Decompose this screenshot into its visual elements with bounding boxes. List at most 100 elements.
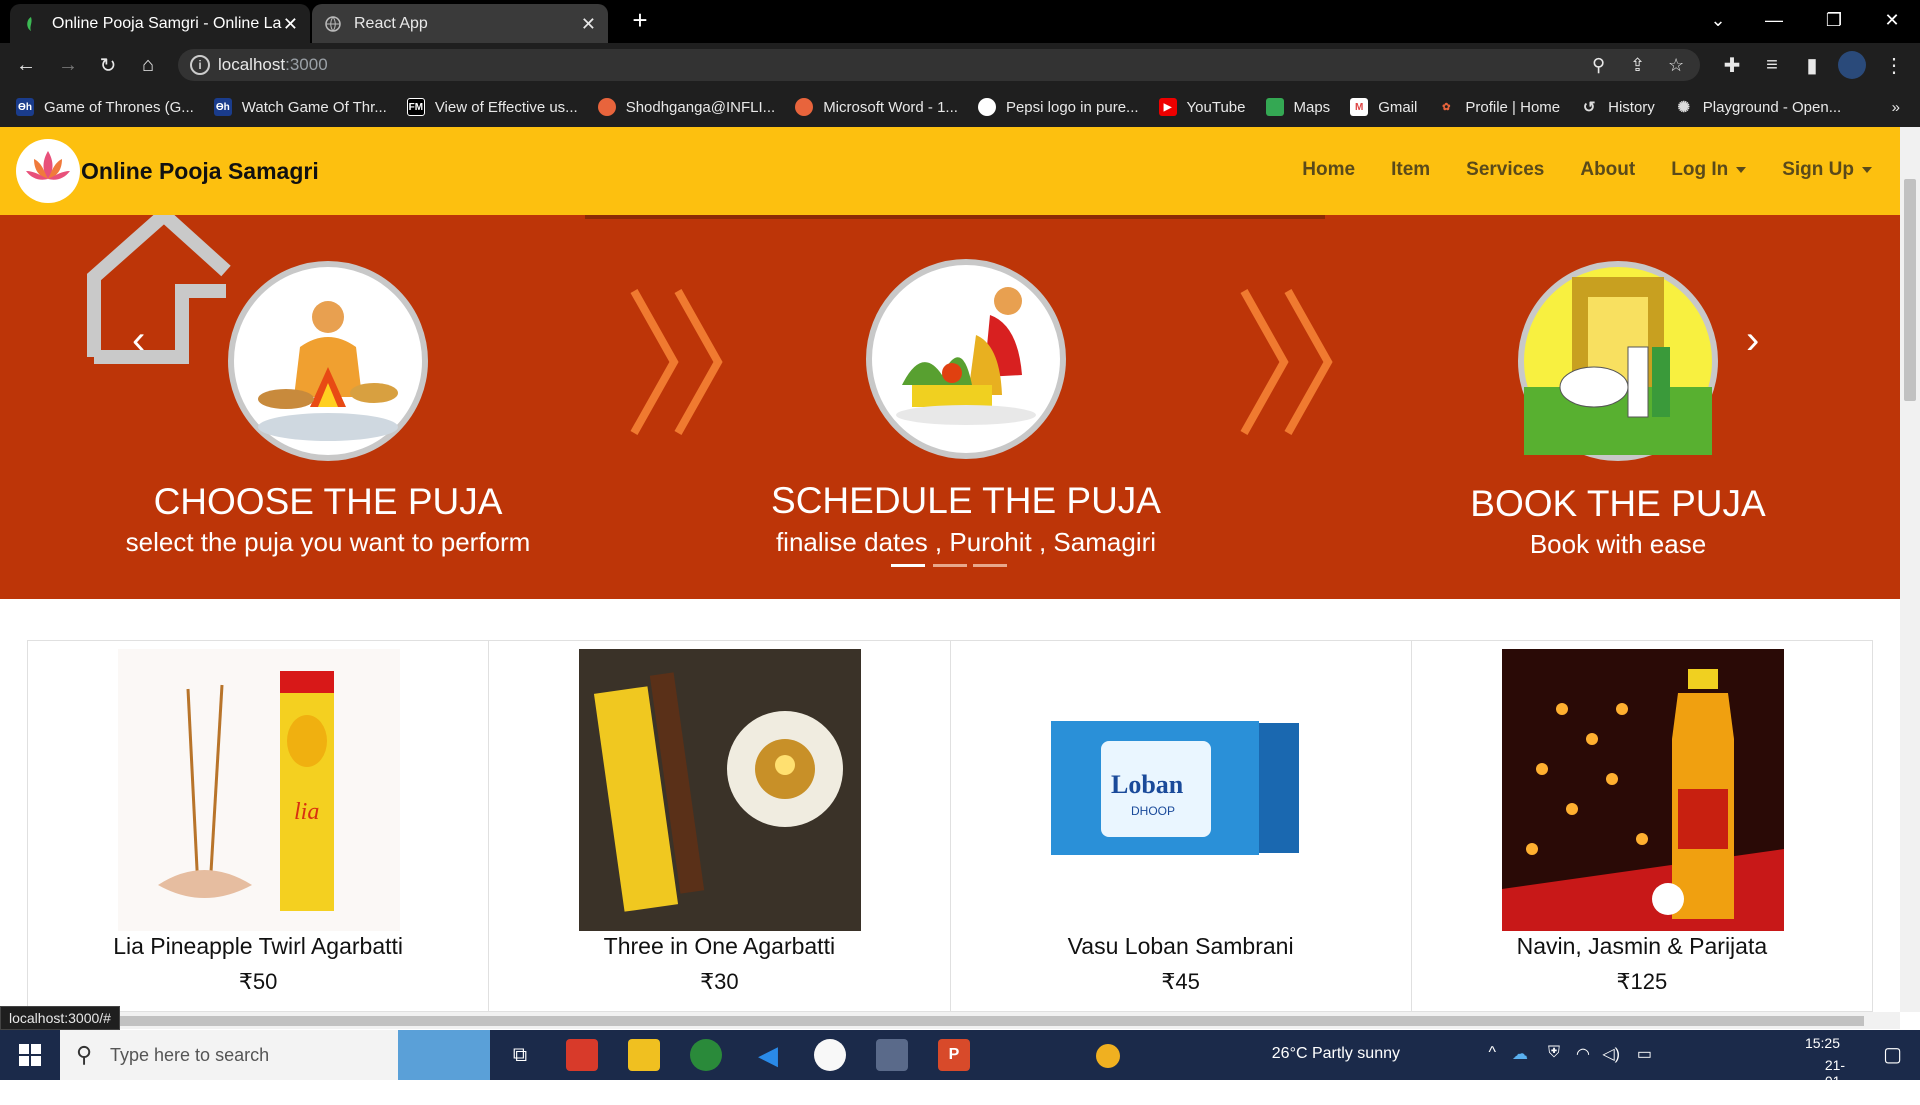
- horizontal-scrollbar[interactable]: [0, 1012, 1900, 1029]
- powerpoint-icon[interactable]: P: [938, 1039, 970, 1071]
- nav-signup-dropdown[interactable]: Sign Up: [1782, 159, 1872, 181]
- bookmark-item[interactable]: FM View of Effective us...: [406, 98, 578, 116]
- product-name[interactable]: Vasu Loban Sambrani: [951, 933, 1411, 960]
- battery-icon[interactable]: ▭: [1637, 1044, 1652, 1064]
- product-card[interactable]: lia Lia Pineapple Twirl Agarbatti ₹50: [28, 641, 490, 1011]
- app-icon[interactable]: [876, 1039, 908, 1071]
- product-image[interactable]: [1501, 649, 1784, 931]
- share-icon[interactable]: ⇪: [1630, 55, 1645, 76]
- bookmark-item[interactable]: ✿ Profile | Home: [1437, 98, 1560, 116]
- url-host: localhost: [218, 55, 286, 74]
- product-price: ₹45: [1161, 969, 1200, 994]
- forward-arrow-icon[interactable]: →: [54, 51, 82, 79]
- back-arrow-icon[interactable]: ←: [12, 51, 40, 79]
- zoom-icon[interactable]: ⚲: [1592, 55, 1605, 76]
- youtube-app-icon[interactable]: [566, 1039, 598, 1071]
- carousel-prev-icon[interactable]: ‹: [132, 318, 145, 363]
- restore-button[interactable]: ❐: [1806, 0, 1862, 40]
- file-explorer-icon[interactable]: [628, 1039, 660, 1071]
- product-card[interactable]: Navin, Jasmin & Parijata ₹125: [1412, 641, 1872, 1011]
- product-image[interactable]: Loban DHOOP: [1041, 649, 1323, 931]
- link-status-bubble: localhost:3000/#: [0, 1006, 120, 1030]
- product-grid: lia Lia Pineapple Twirl Agarbatti ₹50 Th…: [27, 640, 1873, 1012]
- vertical-scrollbar[interactable]: [1900, 127, 1920, 1012]
- extensions-icon[interactable]: ✚: [1718, 51, 1746, 79]
- product-card[interactable]: Loban DHOOP Vasu Loban Sambrani ₹45: [951, 641, 1412, 1011]
- bookmark-star-icon[interactable]: ☆: [1668, 55, 1684, 76]
- bookmark-item[interactable]: Microsoft Word - 1...: [795, 98, 958, 116]
- site-logo[interactable]: [16, 139, 80, 203]
- scrollbar-thumb[interactable]: [1904, 179, 1916, 401]
- product-name[interactable]: Three in One Agarbatti: [489, 933, 949, 960]
- nav-home[interactable]: Home: [1302, 159, 1355, 181]
- nav-item[interactable]: Item: [1391, 159, 1430, 181]
- bookmark-item[interactable]: ▶ YouTube: [1158, 98, 1246, 116]
- more-bookmarks-icon[interactable]: »: [1892, 99, 1900, 116]
- home-icon[interactable]: ⌂: [134, 51, 162, 79]
- menu-kebab-icon[interactable]: ⋮: [1880, 51, 1908, 79]
- weather-text[interactable]: 26°C Partly sunny: [1272, 1045, 1400, 1063]
- close-tab-icon[interactable]: ✕: [283, 14, 298, 35]
- product-name[interactable]: Lia Pineapple Twirl Agarbatti: [28, 933, 488, 960]
- bookmark-item[interactable]: Pepsi logo in pure...: [977, 98, 1139, 116]
- clock-date[interactable]: 21-01-2023: [1825, 1057, 1856, 1105]
- side-panel-icon[interactable]: ▮: [1798, 51, 1826, 79]
- clock-time[interactable]: 15:25: [1805, 1035, 1840, 1051]
- puja-choose-illustration: [228, 261, 428, 461]
- carousel-next-icon[interactable]: ›: [1746, 318, 1759, 363]
- puja-schedule-illustration: [866, 259, 1066, 459]
- new-tab-button[interactable]: +: [612, 0, 668, 40]
- task-view-icon[interactable]: ⧉: [504, 1039, 536, 1071]
- bookmark-label: Shodhganga@INFLI...: [625, 98, 776, 116]
- search-icon: ⚲: [76, 1042, 93, 1067]
- product-card[interactable]: Three in One Agarbatti ₹30: [489, 641, 951, 1011]
- youtube-icon: ▶: [1158, 98, 1177, 116]
- chrome-profile-icon[interactable]: [814, 1039, 846, 1071]
- nav-login-dropdown[interactable]: Log In: [1671, 159, 1747, 181]
- web-page: Online Pooja Samagri Home Item Services …: [0, 127, 1900, 1012]
- history-icon: ↺: [1582, 99, 1596, 116]
- profile-avatar[interactable]: [1838, 51, 1866, 79]
- scrollbar-thumb[interactable]: [118, 1016, 1864, 1026]
- carousel-indicator-1[interactable]: [891, 564, 925, 567]
- tab-react-app[interactable]: React App ✕: [312, 4, 608, 43]
- bookmark-label: Microsoft Word - 1...: [823, 98, 958, 116]
- bookmark-item[interactable]: ✺ Playground - Open...: [1675, 98, 1842, 117]
- notifications-icon[interactable]: ▢: [1883, 1042, 1902, 1067]
- step-title: BOOK THE PUJA: [1470, 483, 1766, 524]
- close-window-button[interactable]: ✕: [1864, 0, 1920, 40]
- nav-services[interactable]: Services: [1466, 159, 1544, 181]
- reload-icon[interactable]: ↻: [94, 51, 122, 79]
- volume-icon[interactable]: ◁): [1602, 1044, 1620, 1064]
- product-name[interactable]: Navin, Jasmin & Parijata: [1412, 933, 1872, 960]
- tab-online-pooja[interactable]: Online Pooja Samgri - Online La ✕: [10, 4, 310, 43]
- product-image[interactable]: lia: [118, 649, 400, 931]
- vscode-icon[interactable]: ◀: [752, 1039, 784, 1071]
- bookmark-item[interactable]: ↺ History: [1580, 98, 1655, 117]
- site-info-icon[interactable]: i: [190, 55, 210, 75]
- chevron-up-icon[interactable]: ^: [1488, 1044, 1496, 1062]
- bookmark-item[interactable]: ϴh Game of Thrones (G...: [16, 98, 194, 116]
- tab-title: React App: [354, 14, 428, 32]
- bookmark-item[interactable]: Maps: [1265, 98, 1330, 116]
- tab-search-chevron-icon[interactable]: ⌄: [1690, 0, 1746, 40]
- bookmark-item[interactable]: M Gmail: [1350, 98, 1417, 116]
- minimize-button[interactable]: —: [1746, 0, 1802, 40]
- bookmark-item[interactable]: ϴh Watch Game Of Thr...: [213, 98, 387, 116]
- brand-title[interactable]: Online Pooja Samagri: [81, 158, 319, 185]
- nav-about[interactable]: About: [1580, 159, 1635, 181]
- bookmark-item[interactable]: Shodhganga@INFLI...: [597, 98, 776, 116]
- media-icon[interactable]: ≡: [1758, 51, 1786, 79]
- windows-start-icon[interactable]: [0, 1030, 60, 1080]
- product-image[interactable]: [579, 649, 862, 931]
- taskbar-search-box[interactable]: ⚲ Type here to search: [60, 1030, 490, 1080]
- close-tab-icon[interactable]: ✕: [581, 14, 596, 35]
- wifi-icon[interactable]: ◠: [1576, 1044, 1590, 1064]
- address-bar[interactable]: i localhost:3000 ⚲ ⇪ ☆: [178, 49, 1700, 81]
- chevron-right-decor-icon: [1240, 289, 1333, 435]
- carousel-indicator-2[interactable]: [933, 564, 967, 567]
- chrome-icon[interactable]: [690, 1039, 722, 1071]
- onedrive-icon[interactable]: ☁: [1512, 1044, 1528, 1064]
- carousel-indicator-3[interactable]: [973, 564, 1007, 567]
- security-shield-icon[interactable]: ⛨: [1548, 1044, 1560, 1062]
